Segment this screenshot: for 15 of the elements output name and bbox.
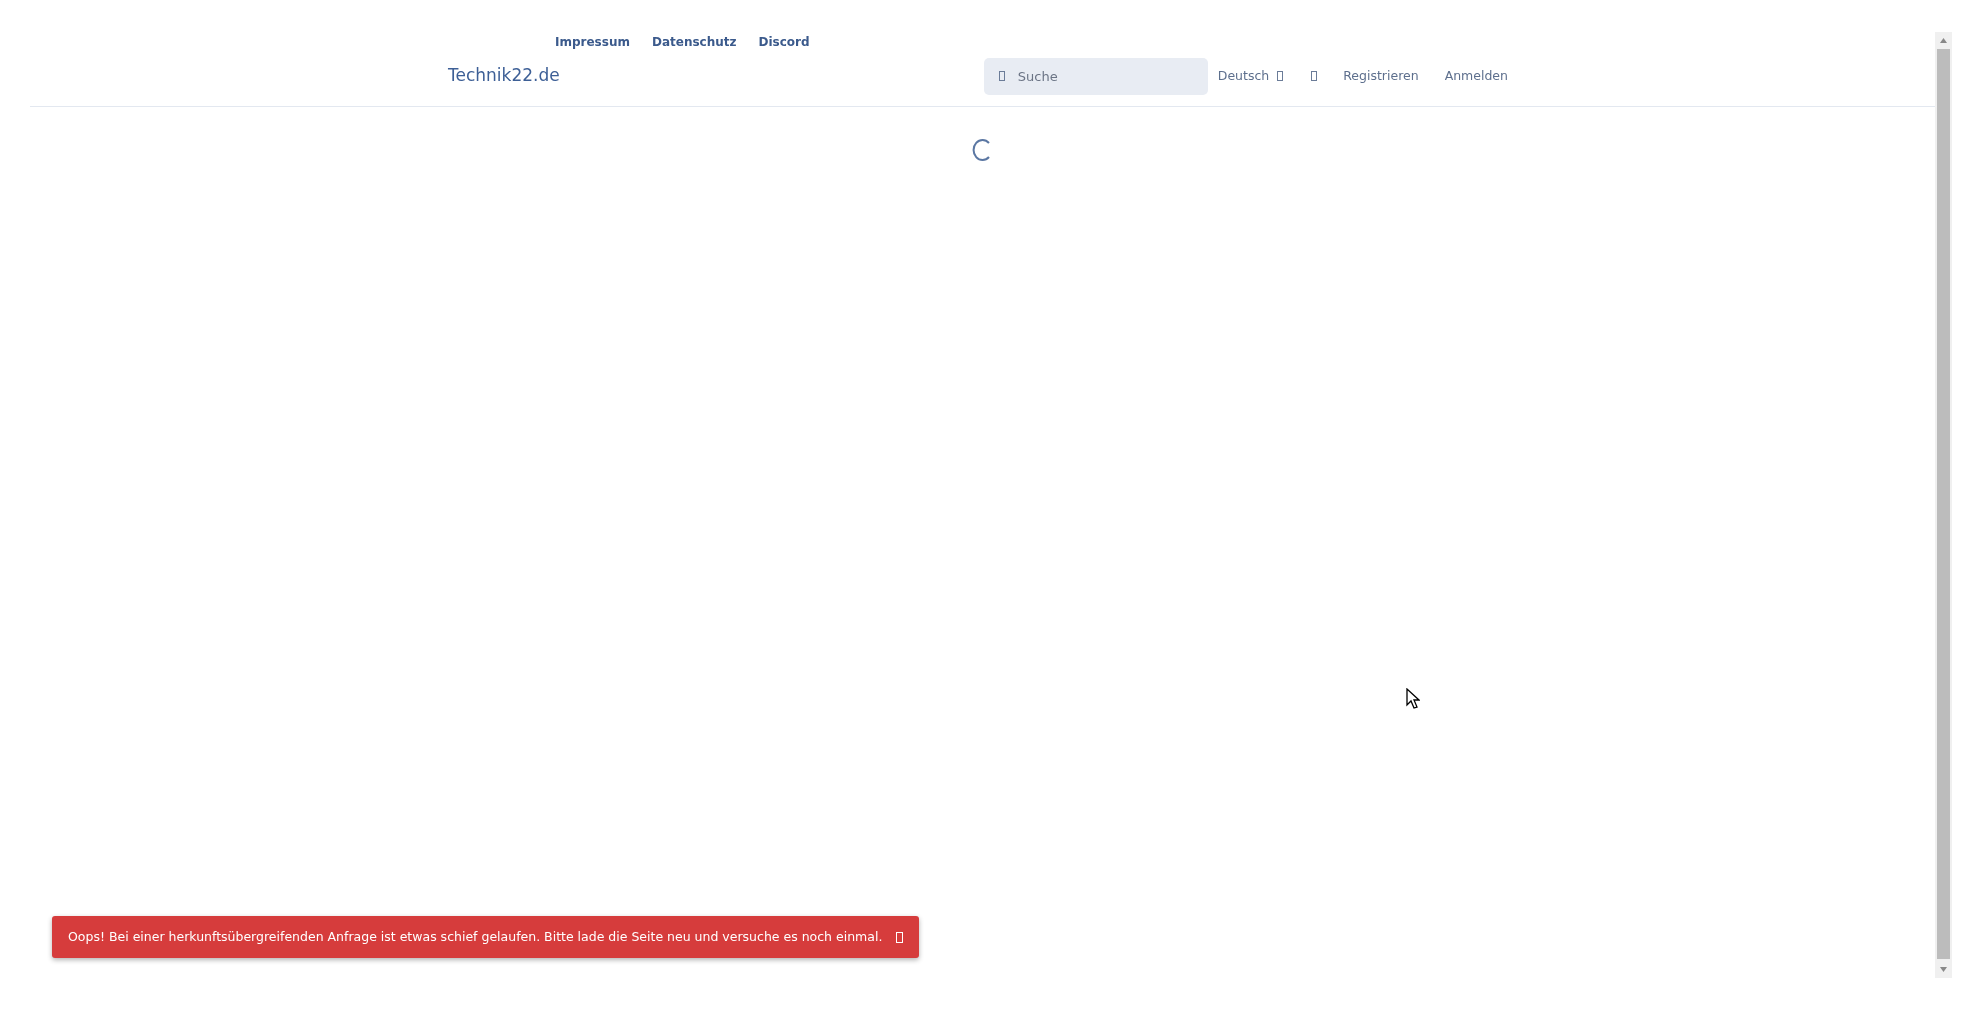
search-field[interactable]: Suche xyxy=(983,57,1208,95)
scrollbar[interactable] xyxy=(1935,32,1952,978)
toast-message: Oops! Bei einer herkunftsübergreifenden Anfrage ist etwas schief gelaufen. Bitte lade die Seite neu und versuche es noch einmal. xyxy=(68,927,883,946)
glyph-box-icon xyxy=(998,70,1005,81)
site-logo-text[interactable]: Technik22.de xyxy=(448,63,560,89)
glyph-box-icon xyxy=(1277,71,1284,81)
nav-link[interactable]: Registrieren xyxy=(1343,66,1419,86)
glyph-box-icon[interactable] xyxy=(1311,71,1318,81)
nav-link[interactable]: Anmelden xyxy=(1444,66,1508,86)
mouse-pointer-icon xyxy=(1406,688,1420,710)
footer-link[interactable]: Discord xyxy=(758,34,810,52)
footer-link[interactable]: Datenschutz xyxy=(651,34,737,52)
scrollbar-thumb[interactable] xyxy=(1937,49,1950,959)
footer-link[interactable]: Impressum xyxy=(555,34,630,52)
language-dropdown[interactable]: Deutsch xyxy=(1217,66,1284,86)
